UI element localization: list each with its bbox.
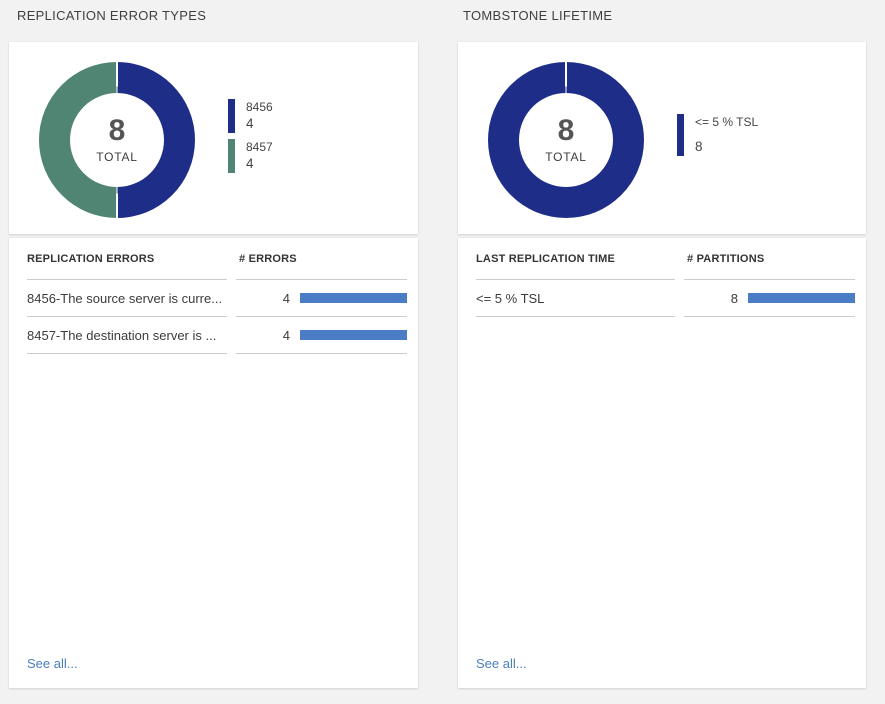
legend-entry-8457: 8457 4 [228,139,273,173]
replication-errors-donut-chart[interactable]: 8 TOTAL [39,62,195,218]
legend-swatch-green [228,139,235,173]
legend-value: 4 [246,155,273,173]
donut-center: 8 TOTAL [519,93,613,187]
row-label: 8456-The source server is curre... [27,291,222,306]
last-replication-time-table-card: LAST REPLICATION TIME # PARTITIONS <= 5 … [458,238,866,688]
panel-title-replication-error-types: REPLICATION ERROR TYPES [17,8,206,23]
legend-text: <= 5 % TSL 8 [695,114,758,156]
donut-center: 8 TOTAL [70,93,164,187]
column-gutter [675,280,684,317]
donut-total-label: TOTAL [545,150,587,164]
row-label-cell: 8457-The destination server is ... [27,317,227,354]
replication-error-types-chart-card: 8 TOTAL 8456 4 8457 4 [9,42,418,234]
chart-legend: 8456 4 8457 4 [228,99,273,179]
column-gutter [675,238,684,280]
legend-swatch-navy [228,99,235,133]
legend-entry-8456: 8456 4 [228,99,273,133]
column-gutter [227,238,236,280]
column-header-label: REPLICATION ERRORS [27,253,154,265]
row-label-cell: 8456-The source server is curre... [27,280,227,317]
legend-value: 8 [695,138,758,156]
legend-text: 8456 4 [246,99,273,133]
tombstone-lifetime-donut-chart[interactable]: 8 TOTAL [488,62,644,218]
column-header-label: # ERRORS [239,253,297,265]
see-all-link[interactable]: See all... [27,656,78,671]
column-gutter [227,317,236,354]
replication-errors-table-card: REPLICATION ERRORS # ERRORS 8456-The sou… [9,238,418,688]
table: REPLICATION ERRORS # ERRORS 8456-The sou… [9,238,418,354]
row-value-cell: 4 [236,280,407,317]
value-bar [300,293,407,303]
column-header-label: # PARTITIONS [687,253,764,265]
table-row-8456[interactable]: 8456-The source server is curre... 4 [27,280,407,317]
column-header-replication-errors: REPLICATION ERRORS [27,238,227,280]
legend-label: 8457 [246,139,273,155]
donut-total-label: TOTAL [96,150,138,164]
row-label: 8457-The destination server is ... [27,328,216,343]
row-value: 8 [684,291,738,306]
column-header-num-partitions: # PARTITIONS [684,238,855,280]
row-value: 4 [236,291,290,306]
table-row-tsl[interactable]: <= 5 % TSL 8 [476,280,855,317]
legend-label: 8456 [246,99,273,115]
column-header-num-errors: # ERRORS [236,238,407,280]
column-header-last-replication-time: LAST REPLICATION TIME [476,238,675,280]
value-bar [748,293,855,303]
see-all-link[interactable]: See all... [476,656,527,671]
donut-total-value: 8 [558,116,575,146]
tombstone-lifetime-chart-card: 8 TOTAL <= 5 % TSL 8 [458,42,866,234]
table: LAST REPLICATION TIME # PARTITIONS <= 5 … [458,238,866,317]
legend-swatch-navy [677,114,684,156]
row-value: 4 [236,328,290,343]
table-row-8457[interactable]: 8457-The destination server is ... 4 [27,317,407,354]
donut-total-value: 8 [109,116,126,146]
row-value-cell: 4 [236,317,407,354]
dashboard-page: REPLICATION ERROR TYPES 8 TOTAL 8456 4 8… [0,0,885,704]
column-gutter [227,280,236,317]
panel-title-tombstone-lifetime: TOMBSTONE LIFETIME [463,8,612,23]
row-value-cell: 8 [684,280,855,317]
chart-legend: <= 5 % TSL 8 [677,114,758,162]
legend-value: 4 [246,115,273,133]
row-label-cell: <= 5 % TSL [476,280,675,317]
table-header-row: REPLICATION ERRORS # ERRORS [27,238,407,280]
table-header-row: LAST REPLICATION TIME # PARTITIONS [476,238,855,280]
legend-text: 8457 4 [246,139,273,173]
row-label: <= 5 % TSL [476,291,544,306]
value-bar [300,330,407,340]
legend-entry-tsl: <= 5 % TSL 8 [677,114,758,156]
column-header-label: LAST REPLICATION TIME [476,253,615,265]
legend-label: <= 5 % TSL [695,114,758,130]
